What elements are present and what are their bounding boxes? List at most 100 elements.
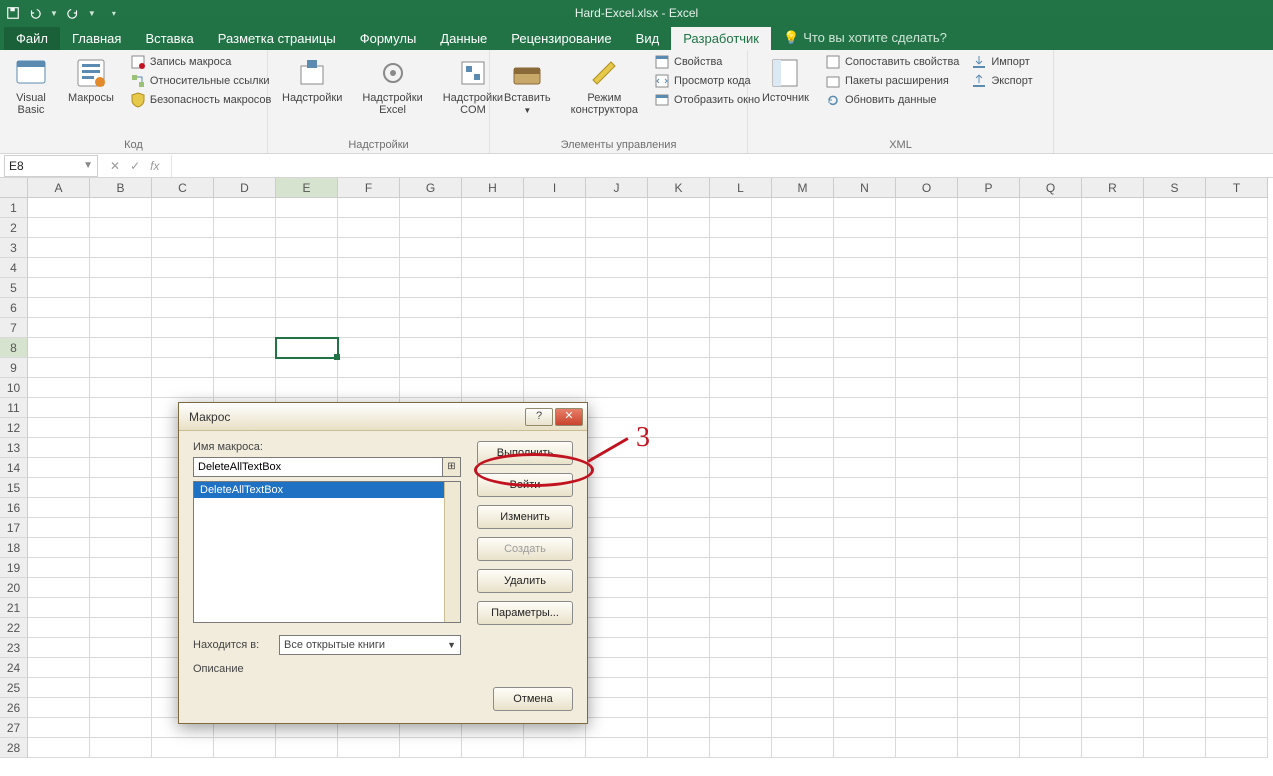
- row-header[interactable]: 18: [0, 538, 28, 558]
- column-header[interactable]: O: [896, 178, 958, 198]
- column-header[interactable]: F: [338, 178, 400, 198]
- row-header[interactable]: 10: [0, 378, 28, 398]
- properties-button[interactable]: Свойства: [654, 54, 760, 70]
- scrollbar[interactable]: [444, 482, 460, 622]
- redo-icon[interactable]: [66, 6, 80, 20]
- tab-layout[interactable]: Разметка страницы: [206, 27, 348, 50]
- tab-developer[interactable]: Разработчик: [671, 27, 771, 50]
- column-header[interactable]: T: [1206, 178, 1268, 198]
- dialog-titlebar[interactable]: Макрос ? ✕: [179, 403, 587, 431]
- design-mode-button[interactable]: Режим конструктора: [567, 54, 642, 118]
- help-button[interactable]: ?: [525, 408, 553, 426]
- macro-security-button[interactable]: Безопасность макросов: [130, 92, 272, 108]
- column-header[interactable]: M: [772, 178, 834, 198]
- tab-formulas[interactable]: Формулы: [348, 27, 429, 50]
- row-header[interactable]: 13: [0, 438, 28, 458]
- column-header[interactable]: B: [90, 178, 152, 198]
- row-header[interactable]: 28: [0, 738, 28, 758]
- row-header[interactable]: 25: [0, 678, 28, 698]
- excel-addins-button[interactable]: Надстройки Excel: [358, 54, 426, 118]
- row-header[interactable]: 3: [0, 238, 28, 258]
- delete-button[interactable]: Удалить: [477, 569, 573, 593]
- collapse-icon[interactable]: ⊞: [443, 457, 461, 477]
- row-header[interactable]: 1: [0, 198, 28, 218]
- close-button[interactable]: ✕: [555, 408, 583, 426]
- locate-select[interactable]: Все открытые книги▼: [279, 635, 461, 655]
- row-header[interactable]: 11: [0, 398, 28, 418]
- undo-icon[interactable]: [28, 6, 42, 20]
- column-header[interactable]: J: [586, 178, 648, 198]
- row-header[interactable]: 17: [0, 518, 28, 538]
- column-header[interactable]: S: [1144, 178, 1206, 198]
- row-header[interactable]: 4: [0, 258, 28, 278]
- cancel-button[interactable]: Отмена: [493, 687, 573, 711]
- run-dialog-button[interactable]: Отобразить окно: [654, 92, 760, 108]
- column-header[interactable]: E: [276, 178, 338, 198]
- cancel-icon[interactable]: ✕: [110, 159, 120, 173]
- macros-button[interactable]: Макросы: [64, 54, 118, 106]
- row-header[interactable]: 24: [0, 658, 28, 678]
- undo-chevron-icon[interactable]: ▼: [50, 9, 58, 18]
- redo-chevron-icon[interactable]: ▼: [88, 9, 96, 18]
- row-header[interactable]: 12: [0, 418, 28, 438]
- view-code-button[interactable]: Просмотр кода: [654, 73, 760, 89]
- select-all-corner[interactable]: [0, 178, 28, 198]
- row-header[interactable]: 8: [0, 338, 28, 358]
- column-header[interactable]: I: [524, 178, 586, 198]
- row-header[interactable]: 20: [0, 578, 28, 598]
- tell-me[interactable]: 💡Что вы хотите сделать?: [771, 26, 959, 50]
- worksheet[interactable]: ABCDEFGHIJKLMNOPQRST 1234567891011121314…: [0, 178, 1273, 776]
- edit-button[interactable]: Изменить: [477, 505, 573, 529]
- macro-list[interactable]: DeleteAllTextBox: [193, 481, 461, 623]
- row-header[interactable]: 16: [0, 498, 28, 518]
- row-header[interactable]: 26: [0, 698, 28, 718]
- row-header[interactable]: 2: [0, 218, 28, 238]
- row-header[interactable]: 23: [0, 638, 28, 658]
- name-box[interactable]: E8▼: [4, 155, 98, 177]
- save-icon[interactable]: [6, 6, 20, 20]
- row-header[interactable]: 5: [0, 278, 28, 298]
- tab-review[interactable]: Рецензирование: [499, 27, 623, 50]
- expansion-packs-button[interactable]: Пакеты расширения: [825, 73, 959, 89]
- options-button[interactable]: Параметры...: [477, 601, 573, 625]
- addins-button[interactable]: Надстройки: [278, 54, 346, 106]
- tab-data[interactable]: Данные: [428, 27, 499, 50]
- xml-source-button[interactable]: Источник: [758, 54, 813, 106]
- tab-file[interactable]: Файл: [4, 27, 60, 50]
- row-header[interactable]: 14: [0, 458, 28, 478]
- active-cell[interactable]: [275, 337, 339, 359]
- column-header[interactable]: P: [958, 178, 1020, 198]
- row-header[interactable]: 21: [0, 598, 28, 618]
- qat-customize-icon[interactable]: ▾: [112, 9, 116, 18]
- row-header[interactable]: 22: [0, 618, 28, 638]
- chevron-down-icon[interactable]: ▼: [83, 160, 93, 171]
- column-header[interactable]: A: [28, 178, 90, 198]
- row-header[interactable]: 19: [0, 558, 28, 578]
- tab-insert[interactable]: Вставка: [133, 27, 205, 50]
- relative-refs-button[interactable]: Относительные ссылки: [130, 73, 272, 89]
- column-header[interactable]: L: [710, 178, 772, 198]
- record-macro-button[interactable]: Запись макроса: [130, 54, 272, 70]
- column-header[interactable]: N: [834, 178, 896, 198]
- export-button[interactable]: Экспорт: [971, 73, 1032, 89]
- refresh-data-button[interactable]: Обновить данные: [825, 92, 959, 108]
- tab-home[interactable]: Главная: [60, 27, 133, 50]
- column-header[interactable]: D: [214, 178, 276, 198]
- visual-basic-button[interactable]: Visual Basic: [10, 54, 52, 118]
- row-header[interactable]: 7: [0, 318, 28, 338]
- accept-icon[interactable]: ✓: [130, 159, 140, 173]
- row-header[interactable]: 6: [0, 298, 28, 318]
- row-header[interactable]: 27: [0, 718, 28, 738]
- column-header[interactable]: K: [648, 178, 710, 198]
- row-header[interactable]: 9: [0, 358, 28, 378]
- import-button[interactable]: Импорт: [971, 54, 1032, 70]
- insert-control-button[interactable]: Вставить▼: [500, 54, 555, 119]
- macro-name-input[interactable]: [193, 457, 443, 477]
- formula-bar[interactable]: [171, 155, 1273, 177]
- column-header[interactable]: C: [152, 178, 214, 198]
- tab-view[interactable]: Вид: [624, 27, 672, 50]
- list-item[interactable]: DeleteAllTextBox: [194, 482, 460, 498]
- column-header[interactable]: H: [462, 178, 524, 198]
- row-header[interactable]: 15: [0, 478, 28, 498]
- map-props-button[interactable]: Сопоставить свойства: [825, 54, 959, 70]
